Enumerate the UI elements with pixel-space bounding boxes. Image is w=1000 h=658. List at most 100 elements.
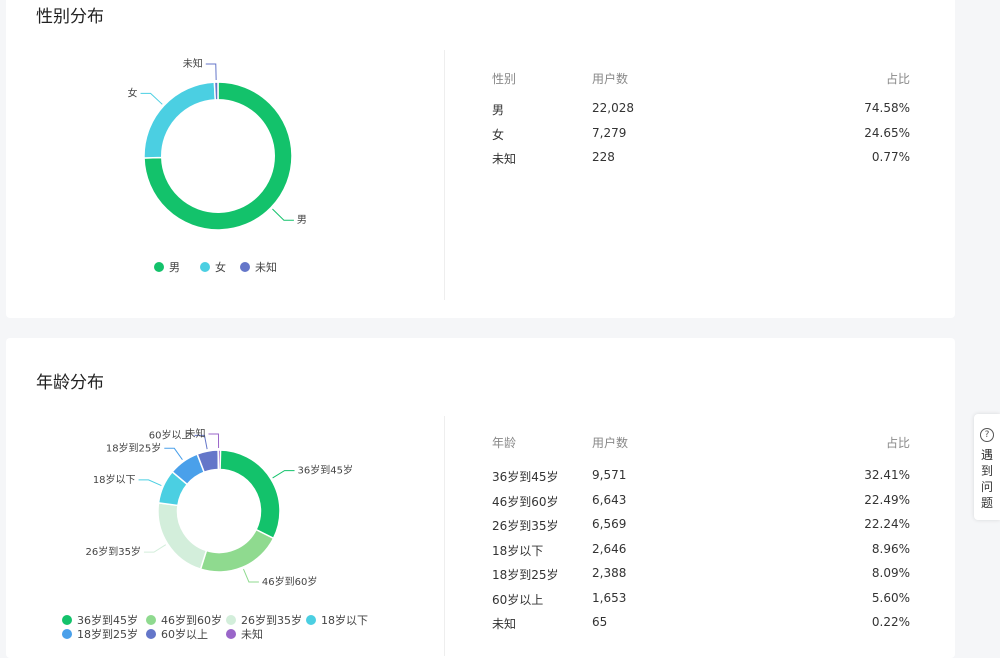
age-cell-count: 2,646 xyxy=(592,541,627,556)
age-slice-label-6: 未知 xyxy=(185,427,205,440)
age-slice-label-0: 36岁到45岁 xyxy=(298,464,353,477)
gender-divider xyxy=(444,50,445,300)
age-cell-pct: 8.09% xyxy=(871,566,910,580)
gender-cell-count: 7,279 xyxy=(592,125,627,140)
gender-cell-pct: 74.58% xyxy=(864,101,910,115)
question-circle-icon: ? xyxy=(980,428,994,442)
gender-slice-1[interactable] xyxy=(143,81,217,159)
age-cell-label: 18岁到25岁 xyxy=(492,568,559,582)
table-row: 未知 65 0.22% xyxy=(492,615,910,631)
gender-cell-pct: 0.77% xyxy=(871,150,910,164)
table-row: 46岁到60岁 6,643 22.49% xyxy=(492,493,910,509)
age-slice-label-3: 18岁以下 xyxy=(93,473,136,486)
age-title: 年龄分布 xyxy=(36,373,104,393)
table-row: 18岁到25岁 2,388 8.09% xyxy=(492,566,910,582)
age-legend-dot-3 xyxy=(306,615,316,625)
gender-cell-count: 228 xyxy=(592,150,615,164)
gender-slice-label-0: 男 xyxy=(297,214,307,226)
gender-slice-2[interactable] xyxy=(213,81,219,101)
gender-legend-item-2[interactable]: 未知 xyxy=(240,259,277,275)
gender-cell-pct: 24.65% xyxy=(864,125,910,140)
gender-legend-dot-2 xyxy=(240,262,250,272)
age-legend-dot-6 xyxy=(226,629,236,639)
gender-legend-label-2: 未知 xyxy=(255,261,277,274)
age-legend-label-6: 未知 xyxy=(241,628,263,641)
age-leader-1 xyxy=(243,568,259,583)
age-cell-pct: 32.41% xyxy=(864,468,910,482)
age-legend-item-4[interactable]: 18岁到25岁 xyxy=(62,626,138,642)
age-slice-0[interactable] xyxy=(218,449,281,540)
age-slice-label-4: 18岁到25岁 xyxy=(106,441,161,454)
age-slice-label-2: 26岁到35岁 xyxy=(85,545,140,558)
age-cell-pct: 8.96% xyxy=(871,541,910,556)
age-cell-label: 26岁到35岁 xyxy=(492,519,559,533)
age-cell-pct: 22.49% xyxy=(864,492,910,507)
table-row: 女 7,279 24.65% xyxy=(492,126,910,142)
age-legend-dot-1 xyxy=(146,615,156,625)
table-row: 36岁到45岁 9,571 32.41% xyxy=(492,468,910,484)
age-header-2: 占比 xyxy=(885,436,910,450)
age-cell-pct: 22.24% xyxy=(864,517,910,531)
gender-legend-item-0[interactable]: 男 xyxy=(154,259,180,275)
gender-leader-2 xyxy=(205,63,217,81)
gender-header-1: 用户数 xyxy=(592,72,629,86)
age-legend-item-3[interactable]: 18岁以下 xyxy=(306,612,368,628)
gender-leader-0 xyxy=(272,208,294,221)
age-leader-3 xyxy=(138,479,162,487)
gender-legend-label-1: 女 xyxy=(215,261,226,274)
table-row: 男 22,028 74.58% xyxy=(492,101,910,117)
age-table: 年龄 用户数 占比 36岁到45岁 9,571 32.41% 46岁到60岁 6,643 22.… xyxy=(492,434,910,634)
age-legend-dot-4 xyxy=(62,629,72,639)
gender-cell-label: 女 xyxy=(492,127,505,142)
age-cell-label: 36岁到45岁 xyxy=(492,470,559,484)
age-divider xyxy=(444,416,445,656)
age-leader-6 xyxy=(208,433,220,449)
gender-cell-label: 未知 xyxy=(492,152,517,166)
gender-slice-label-1: 女 xyxy=(128,86,138,99)
gender-title: 性别分布 xyxy=(36,7,104,27)
age-cell-count: 2,388 xyxy=(592,566,627,580)
gender-legend: 男 女 未知 xyxy=(154,259,314,275)
age-cell-count: 9,571 xyxy=(592,468,627,482)
gender-header-2: 占比 xyxy=(885,72,910,86)
age-cell-pct: 0.22% xyxy=(871,615,910,629)
age-legend-item-5[interactable]: 60岁以上 xyxy=(146,626,208,642)
table-row: 26岁到35岁 6,569 22.24% xyxy=(492,517,910,533)
age-legend-label-3: 18岁以下 xyxy=(321,614,368,627)
age-slice-1[interactable] xyxy=(199,528,275,573)
age-cell-count: 6,569 xyxy=(592,517,627,531)
age-cell-label: 46岁到60岁 xyxy=(492,494,559,509)
gender-cell-label: 男 xyxy=(492,103,505,117)
age-cell-count: 6,643 xyxy=(592,492,627,507)
age-legend-item-6[interactable]: 未知 xyxy=(226,626,263,642)
gender-leader-1 xyxy=(140,92,163,105)
age-cell-count: 1,653 xyxy=(592,590,627,605)
age-cell-label: 60岁以上 xyxy=(492,592,544,607)
age-header-1: 用户数 xyxy=(592,436,629,450)
table-row: 18岁以下 2,646 8.96% xyxy=(492,542,910,558)
age-legend-dot-2 xyxy=(226,615,236,625)
age-legend-label-5: 60岁以上 xyxy=(161,628,208,641)
gender-legend-dot-0 xyxy=(154,262,164,272)
age-legend-label-4: 18岁到25岁 xyxy=(77,628,138,641)
gender-header-0: 性别 xyxy=(492,72,517,86)
age-slice-6[interactable] xyxy=(217,449,222,471)
age-legend: 36岁到45岁 46岁到60岁 26岁到35岁 18岁以下 18岁到25岁 60岁以上 未知 xyxy=(62,612,382,644)
age-card: 年龄分布 36岁到45岁 46岁到60岁 26岁到35岁 18岁以下 18岁到25岁 60… xyxy=(6,338,955,658)
gender-card: 性别分布 男女未知 男女未知 性别 用户数 占比男 22,028 74.58% 女 7,27… xyxy=(6,0,955,318)
age-donut-chart: 36岁到45岁46岁到60岁26岁到35岁18岁以下18岁到25岁60岁以上未知 xyxy=(85,427,353,588)
age-leader-0 xyxy=(272,470,295,479)
age-cell-pct: 5.60% xyxy=(871,590,910,605)
age-slice-2[interactable] xyxy=(157,501,208,571)
age-slice-label-1: 46岁到60岁 xyxy=(262,575,317,588)
age-cell-label: 未知 xyxy=(492,617,517,631)
gender-slice-label-2: 未知 xyxy=(183,57,203,70)
help-tab[interactable]: ? 遇到问题 xyxy=(974,414,1000,520)
gender-cell-count: 22,028 xyxy=(592,101,634,115)
help-label: 遇到问题 xyxy=(981,448,994,510)
age-leader-2 xyxy=(143,544,167,553)
gender-legend-item-1[interactable]: 女 xyxy=(200,259,226,275)
age-leader-4 xyxy=(164,447,183,460)
age-cell-label: 18岁以下 xyxy=(492,543,544,558)
gender-legend-label-0: 男 xyxy=(169,261,180,274)
